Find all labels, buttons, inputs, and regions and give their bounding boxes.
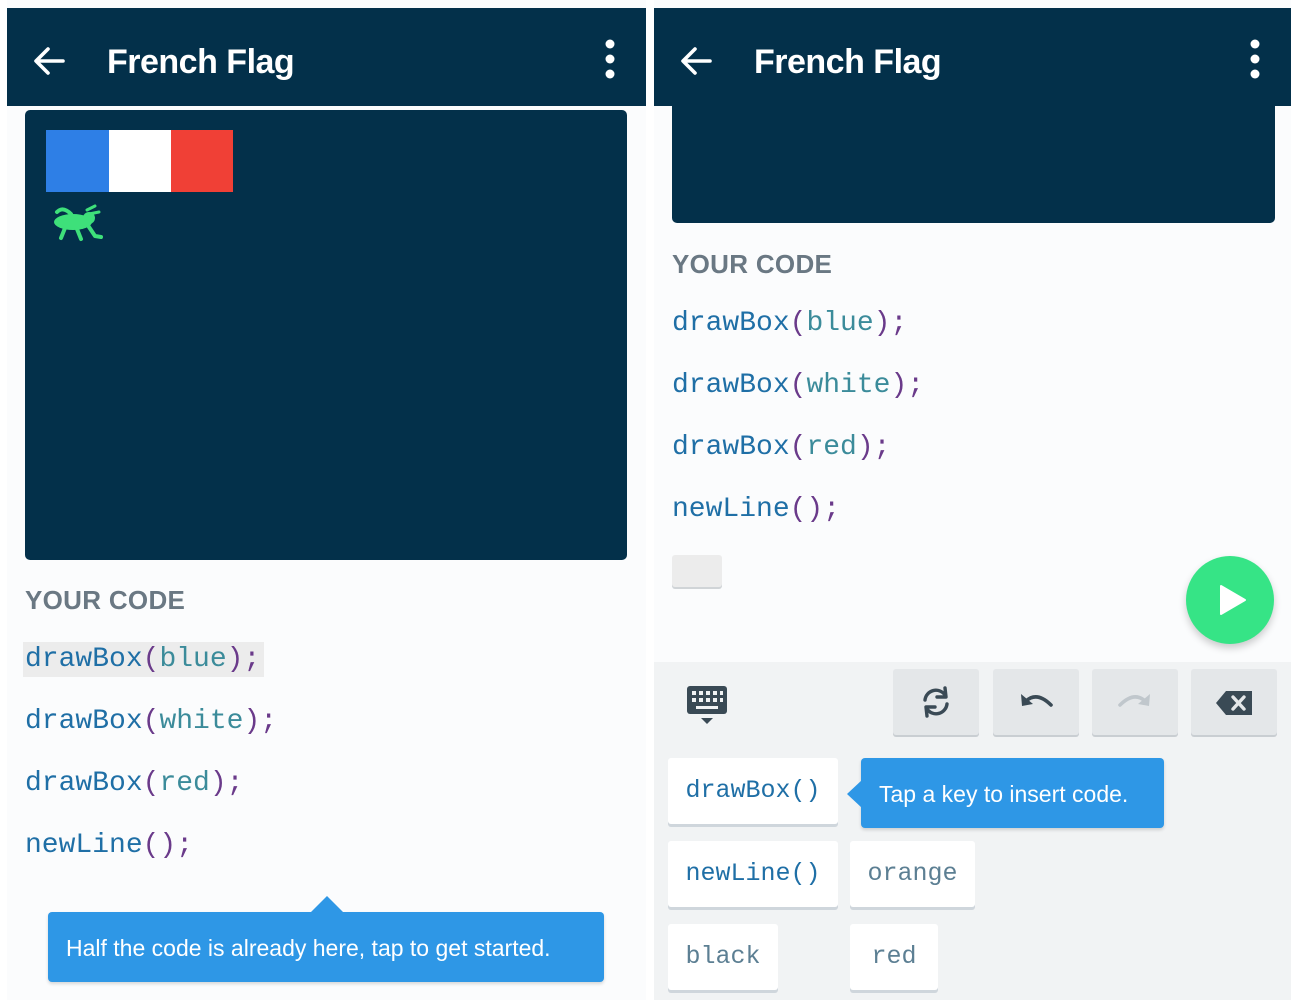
- code-fn: drawBox: [25, 706, 143, 737]
- app-bar: French Flag: [7, 8, 646, 106]
- tooltip-pointer: [847, 780, 862, 808]
- redo-button[interactable]: [1092, 669, 1178, 735]
- code-fn: drawBox: [672, 308, 790, 339]
- flag-stripe-red: [171, 130, 233, 192]
- left-screen: French Flag YOUR CODE drawBox(blue); dra…: [7, 0, 646, 1000]
- backspace-button[interactable]: [1191, 669, 1277, 735]
- your-code-heading: YOUR CODE: [672, 249, 833, 279]
- your-code-heading: YOUR CODE: [25, 585, 186, 615]
- code-arg: white: [806, 370, 891, 401]
- code-arg: blue: [806, 308, 874, 339]
- more-vert-icon[interactable]: [1249, 39, 1261, 79]
- output-canvas: [672, 96, 1275, 223]
- app-bar: French Flag: [654, 8, 1291, 106]
- backspace-icon: [1216, 691, 1252, 715]
- code-arg: white: [159, 706, 244, 737]
- refresh-icon: [923, 686, 949, 718]
- undo-icon: [1021, 694, 1053, 707]
- tooltip-pointer: [310, 896, 344, 913]
- run-button[interactable]: [1186, 556, 1274, 644]
- code-fn: drawBox: [672, 370, 790, 401]
- hint-tooltip[interactable]: Half the code is already here, tap to ge…: [48, 896, 604, 982]
- key-red[interactable]: red: [850, 924, 938, 990]
- code-fn: drawBox: [25, 644, 143, 675]
- refresh-button[interactable]: [893, 669, 979, 735]
- keyboard-tooltip[interactable]: Tap a key to insert code.: [847, 758, 1164, 828]
- key-black[interactable]: black: [668, 924, 778, 990]
- more-vert-icon[interactable]: [604, 39, 616, 79]
- code-arg: blue: [159, 644, 227, 675]
- flag-stripe-blue: [46, 130, 109, 192]
- keyboard-icon: [687, 686, 727, 724]
- grasshopper-icon: [54, 204, 103, 241]
- insert-slot[interactable]: [672, 555, 722, 587]
- hint-tooltip-text: Half the code is already here, tap to ge…: [66, 935, 551, 961]
- code-arg: red: [806, 432, 857, 463]
- undo-button[interactable]: [993, 669, 1079, 735]
- code-line[interactable]: drawBox(red);: [25, 768, 243, 799]
- code-line[interactable]: drawBox(white);: [672, 370, 924, 401]
- keyboard-toggle-button[interactable]: [674, 676, 740, 732]
- key-newline[interactable]: newLine(): [668, 841, 838, 907]
- code-fn: newLine: [25, 830, 143, 861]
- flag-stripe-white: [109, 130, 171, 192]
- code-fn: drawBox: [672, 432, 790, 463]
- code-line[interactable]: drawBox(red);: [672, 432, 890, 463]
- redo-icon: [1118, 694, 1150, 707]
- arrow-left-icon[interactable]: [29, 41, 69, 81]
- code-line[interactable]: drawBox(white);: [25, 706, 277, 737]
- code-line[interactable]: newLine();: [25, 830, 193, 861]
- key-drawbox[interactable]: drawBox(): [668, 758, 838, 824]
- right-screen: French Flag YOUR CODE drawBox(blue); dra…: [654, 0, 1291, 1000]
- output-canvas: [25, 110, 627, 560]
- key-orange[interactable]: orange: [850, 841, 975, 907]
- page-title: French Flag: [754, 43, 942, 81]
- arrow-left-icon[interactable]: [676, 41, 716, 81]
- code-fn: drawBox: [25, 768, 143, 799]
- code-line[interactable]: drawBox(blue);: [672, 308, 907, 339]
- play-icon: [1220, 585, 1246, 615]
- code-line[interactable]: drawBox(blue);: [23, 642, 265, 677]
- page-title: French Flag: [107, 43, 295, 81]
- keyboard-tooltip-text: Tap a key to insert code.: [879, 781, 1129, 807]
- code-fn: newLine: [672, 494, 790, 525]
- code-line[interactable]: newLine();: [672, 494, 840, 525]
- code-keyboard: drawBox() newLine() orange black red: [654, 662, 1291, 1000]
- code-arg: red: [159, 768, 210, 799]
